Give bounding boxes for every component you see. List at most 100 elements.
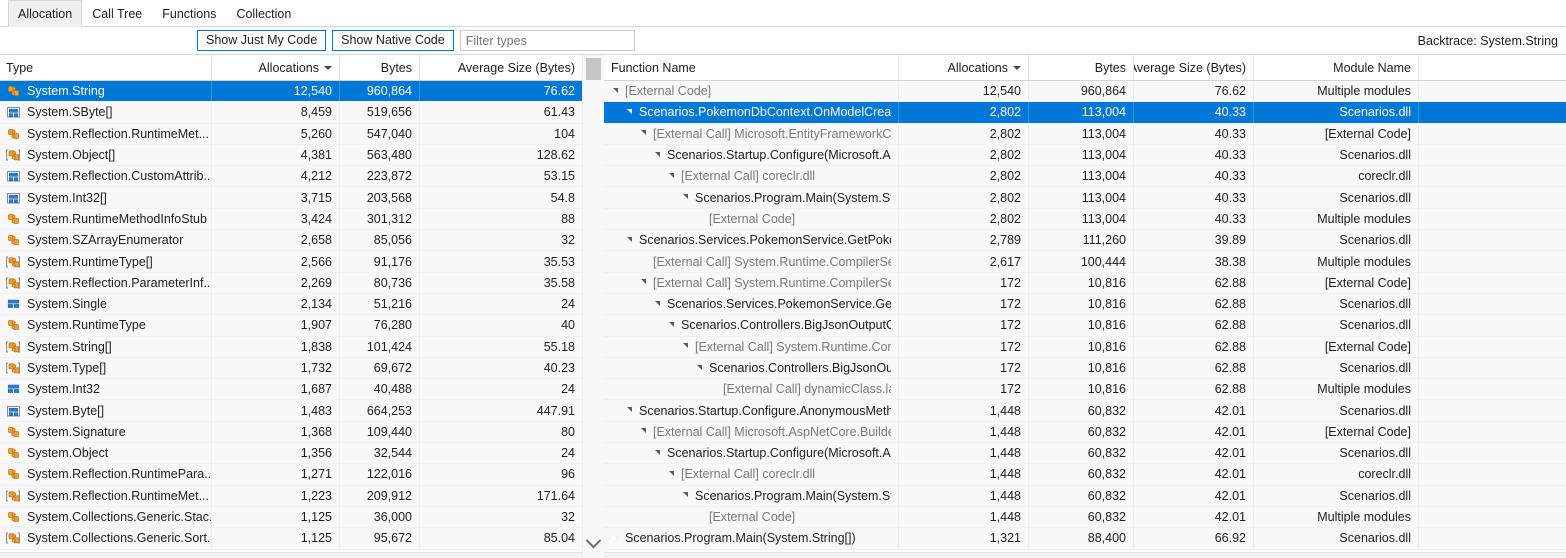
average-size-cell: 40.33	[1134, 144, 1254, 166]
tab-collection[interactable]: Collection	[226, 0, 301, 26]
show-native-code-button[interactable]: Show Native Code	[332, 30, 454, 51]
function-name-cell: [External Call] System.Runtime.Com...	[604, 336, 899, 357]
column-header-bytes[interactable]: Bytes	[1029, 55, 1134, 80]
expand-triangle-icon[interactable]	[664, 169, 678, 183]
tab-call-tree[interactable]: Call Tree	[82, 0, 152, 26]
expand-triangle-icon[interactable]	[636, 127, 650, 141]
expand-triangle-icon[interactable]	[692, 361, 706, 375]
table-row[interactable]: Scenarios.Program.Main(System.Stri... 1,4…	[604, 485, 1566, 507]
column-header-average[interactable]: Average Size (Bytes)	[1134, 55, 1254, 80]
table-row[interactable]: [External Call] coreclr.dll 2,802 113,004 4…	[604, 166, 1566, 188]
table-row[interactable]: System.RuntimeMethodInfoStub 3,424 301,312…	[0, 208, 604, 231]
filter-types-input[interactable]	[459, 30, 635, 51]
table-row[interactable]: System.RuntimeType[] 2,566 91,176 35.53	[0, 251, 604, 273]
table-row[interactable]: System.Signature 1,368 109,440 80	[0, 421, 604, 444]
table-row[interactable]: System.Reflection.RuntimeMet... 1,223 209,…	[0, 485, 604, 507]
row-filler	[1419, 273, 1566, 293]
expand-triangle-icon[interactable]	[650, 297, 664, 311]
table-row[interactable]: System.Int32 1,687 40,488 24	[0, 379, 604, 401]
table-row[interactable]: [External Code] 1,448 60,832 42.01 Multiple …	[604, 506, 1566, 529]
backtrace-grid-body[interactable]: [External Code] 12,540 960,864 76.62 Multipl…	[604, 81, 1566, 552]
expand-triangle-icon[interactable]	[678, 340, 692, 354]
table-row[interactable]: Scenarios.Startup.Configure.AnonymousMet…	[604, 400, 1566, 422]
table-row[interactable]: System.Reflection.CustomAttrib... 4,212 22…	[0, 166, 604, 188]
expand-triangle-icon[interactable]	[608, 84, 622, 98]
table-row[interactable]: Scenarios.Services.PokemonService.GetPok…	[604, 230, 1566, 252]
table-row[interactable]: Scenarios.Program.Main(System.Stri... 2,8…	[604, 187, 1566, 209]
column-header-type[interactable]: Type	[0, 55, 212, 80]
function-name: Scenarios.Startup.Configure.AnonymousMet…	[639, 403, 891, 418]
tab-functions[interactable]: Functions	[152, 0, 226, 26]
table-row[interactable]: [External Call] System.Runtime.Com... 172…	[604, 336, 1566, 358]
row-filler	[1419, 315, 1566, 335]
class-array-icon	[6, 148, 21, 162]
table-row[interactable]: Scenarios.Services.PokemonService.GetP..…	[604, 293, 1566, 316]
table-row[interactable]: Scenarios.Startup.Configure(Microsoft.As…	[604, 144, 1566, 167]
table-row[interactable]: [External Call] System.Runtime.CompilerS…	[604, 251, 1566, 273]
column-header-bytes[interactable]: Bytes	[340, 55, 420, 80]
table-row[interactable]: [External Call] Microsoft.AspNetCore.Bui…	[604, 421, 1566, 444]
types-vertical-scrollbar[interactable]	[582, 55, 604, 558]
table-row[interactable]: System.Object 1,356 32,544 24	[0, 443, 604, 465]
expand-triangle-icon[interactable]	[636, 425, 650, 439]
column-header-function[interactable]: Function Name	[604, 55, 899, 80]
table-row[interactable]: [External Code] 2,802 113,004 40.33 Multiple…	[604, 208, 1566, 231]
table-row[interactable]: System.Object[] 4,381 563,480 128.62	[0, 144, 604, 167]
table-row[interactable]: System.SZArrayEnumerator 2,658 85,056 32	[0, 230, 604, 252]
collapse-triangle-icon[interactable]	[608, 531, 622, 545]
tab-allocation[interactable]: Allocation	[8, 0, 83, 27]
average-size-cell: 53.15	[420, 166, 583, 187]
column-header-label: Average Size (Bytes)	[457, 60, 575, 75]
table-row[interactable]: System.Single 2,134 51,216 24	[0, 293, 604, 316]
table-row[interactable]: System.RuntimeType 1,907 76,280 40	[0, 315, 604, 337]
chevron-down-icon[interactable]	[583, 532, 604, 552]
types-grid-body[interactable]: System.String 12,540 960,864 76.62 System.SB…	[0, 81, 604, 552]
table-row[interactable]: System.SByte[] 8,459 519,656 61.43	[0, 102, 604, 124]
table-row[interactable]: Scenarios.PokemonDbContext.OnModelCreat.…	[604, 102, 1566, 124]
table-row[interactable]: Scenarios.Controllers.BigJsonOutputC... 1…	[604, 315, 1566, 337]
expand-triangle-icon[interactable]	[622, 233, 636, 247]
bytes-cell: 91,176	[340, 251, 420, 272]
table-row[interactable]: Scenarios.Startup.Configure(Microsoft.As…	[604, 443, 1566, 465]
type-name: System.Int32[]	[27, 190, 107, 205]
table-row[interactable]: System.String 12,540 960,864 76.62	[0, 81, 604, 103]
table-row[interactable]: System.Collections.Generic.Stac... 1,125 3…	[0, 506, 604, 529]
expand-triangle-icon[interactable]	[664, 318, 678, 332]
expand-triangle-icon[interactable]	[650, 148, 664, 162]
table-row[interactable]: Scenarios.Program.Main(System.String[]) 1…	[604, 528, 1566, 550]
table-row[interactable]: System.Type[] 1,732 69,672 40.23	[0, 357, 604, 380]
table-row[interactable]: System.Reflection.ParameterInf... 2,269 80…	[0, 272, 604, 294]
expand-triangle-icon[interactable]	[636, 276, 650, 290]
show-just-my-code-button[interactable]: Show Just My Code	[197, 30, 327, 51]
table-row[interactable]: Scenarios.Controllers.BigJsonOutp... 1721…	[604, 357, 1566, 380]
table-row[interactable]: System.Reflection.RuntimeMet... 5,260 547,…	[0, 123, 604, 145]
expand-triangle-icon[interactable]	[678, 489, 692, 503]
table-row[interactable]: [External Call] dynamicClass.lam... 17210…	[604, 379, 1566, 401]
expand-triangle-icon[interactable]	[664, 467, 678, 481]
table-row[interactable]: [External Code] 12,540 960,864 76.62 Multipl…	[604, 81, 1566, 103]
table-row[interactable]: [External Call] Microsoft.EntityFramewor…	[604, 123, 1566, 145]
table-row[interactable]: System.Reflection.RuntimePara... 1,271 122…	[0, 464, 604, 486]
column-header-module[interactable]: Module Name	[1254, 55, 1419, 80]
allocations-cell: 2,658	[212, 230, 340, 251]
struct-icon	[6, 382, 21, 396]
function-name-cell: [External Call] System.Runtime.CompilerS…	[604, 251, 899, 272]
table-row[interactable]: System.Collections.Generic.Sort... 1,125 9…	[0, 528, 604, 550]
expand-triangle-icon[interactable]	[622, 105, 636, 119]
column-header-allocations[interactable]: Allocations	[899, 55, 1029, 80]
expand-triangle-icon[interactable]	[650, 446, 664, 460]
table-row[interactable]: [External Call] System.Runtime.CompilerS…	[604, 272, 1566, 294]
column-header-average[interactable]: Average Size (Bytes)	[420, 55, 583, 80]
function-name: Scenarios.Controllers.BigJsonOutputC...	[681, 318, 891, 333]
type-name: System.Reflection.RuntimeMet...	[27, 488, 210, 503]
expand-triangle-icon[interactable]	[678, 191, 692, 205]
table-row[interactable]: System.Int32[] 3,715 203,568 54.8	[0, 187, 604, 209]
average-size-cell: 32	[420, 506, 583, 528]
column-header-allocations[interactable]: Allocations	[212, 55, 340, 80]
table-row[interactable]: [External Call] coreclr.dll 1,448 60,832 42…	[604, 464, 1566, 486]
expand-triangle-icon[interactable]	[622, 404, 636, 418]
table-row[interactable]: System.String[] 1,838 101,424 55.18	[0, 336, 604, 358]
scrollbar-thumb[interactable]	[586, 58, 601, 80]
function-name-cell: Scenarios.Controllers.BigJsonOutputC...	[604, 315, 899, 336]
table-row[interactable]: System.Byte[] 1,483 664,253 447.91	[0, 400, 604, 422]
